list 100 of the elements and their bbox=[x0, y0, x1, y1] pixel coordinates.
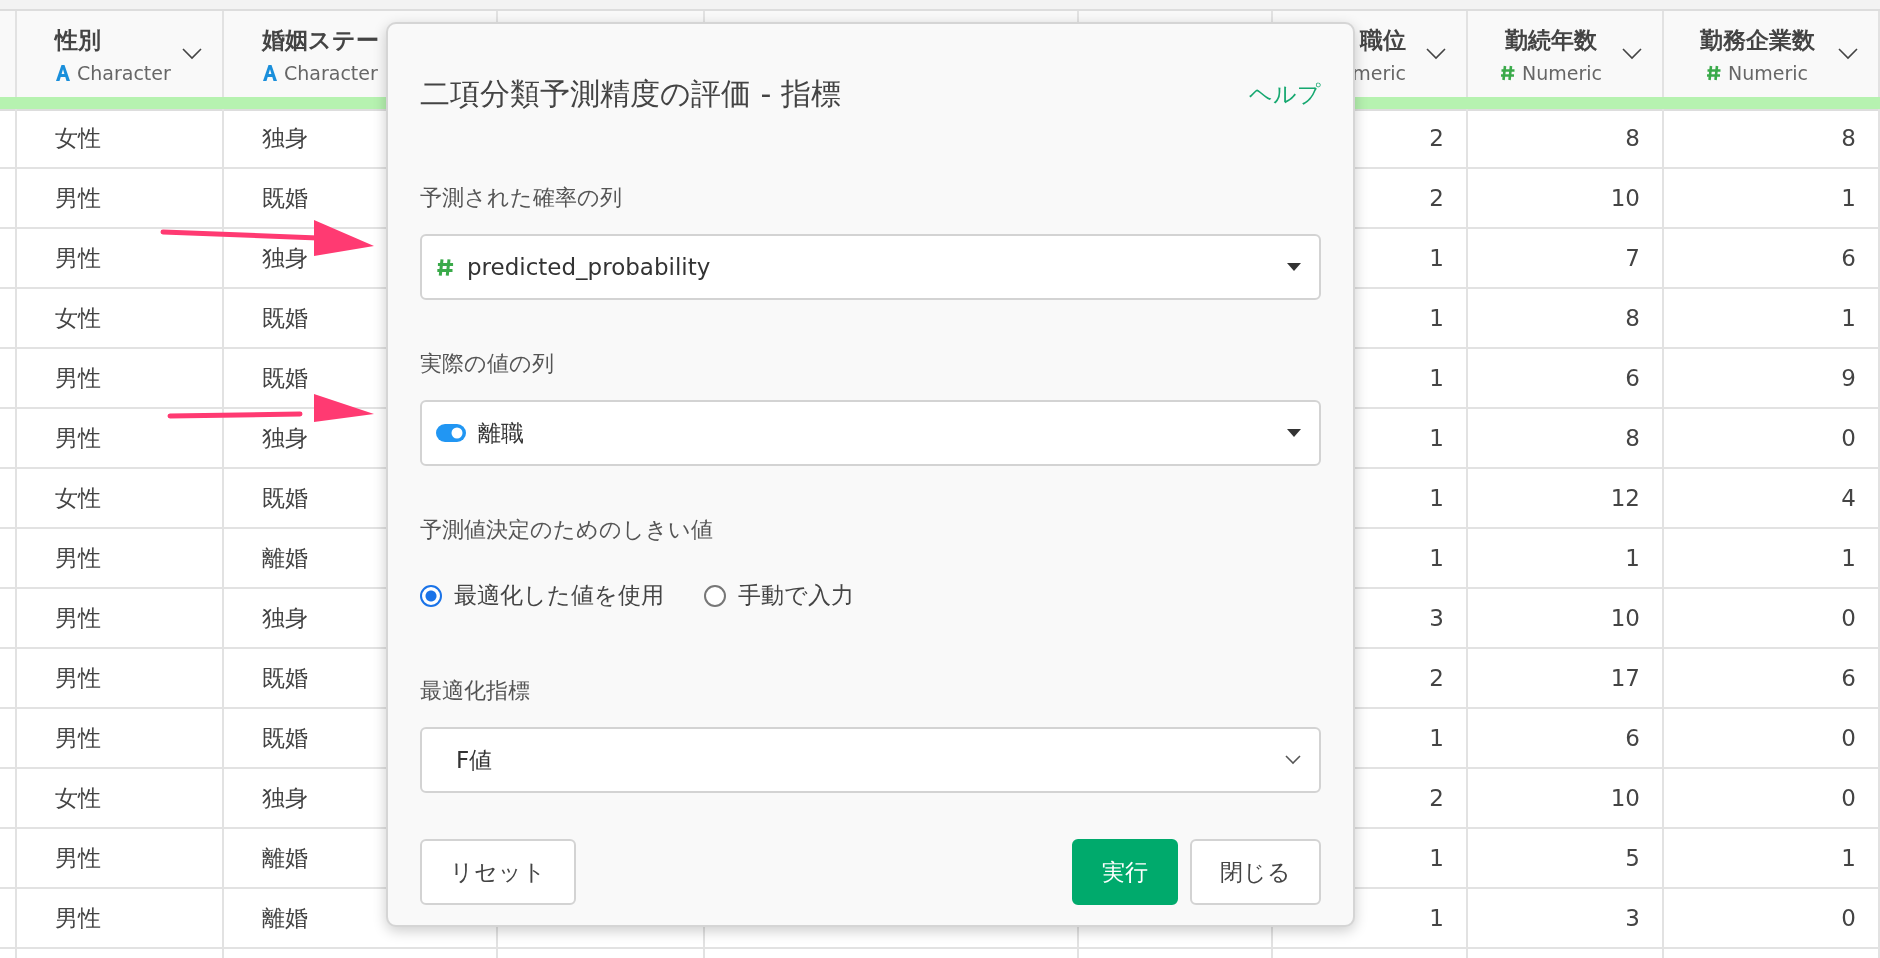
table-cell: 10 bbox=[1610, 185, 1640, 211]
column-type: Numeric bbox=[1522, 61, 1602, 84]
column-select[interactable]: predicted_probability bbox=[420, 234, 1321, 300]
table-cell-text: 離婚 bbox=[262, 903, 308, 933]
table-cell: 2 bbox=[1429, 185, 1444, 211]
table-cell: 10 bbox=[1610, 785, 1640, 811]
table-cell: 0 bbox=[1841, 425, 1856, 451]
table-cell-text: 既婚 bbox=[262, 183, 308, 213]
table-cell: 3 bbox=[1625, 905, 1640, 931]
table-cell-text: 男性 bbox=[55, 603, 101, 633]
table-cell: 4 bbox=[1841, 485, 1856, 511]
table-cell-text: 男性 bbox=[55, 543, 101, 573]
table-cell: 1 bbox=[1841, 545, 1856, 571]
table-cell: 2 bbox=[1429, 785, 1444, 811]
chevron-down-icon[interactable] bbox=[1622, 48, 1642, 60]
field-label: 最適化指標 bbox=[420, 677, 530, 705]
table-cell-text: 女性 bbox=[55, 123, 101, 153]
field-label: 予測された確率の列 bbox=[420, 184, 622, 212]
table-cell-text: 既婚 bbox=[262, 303, 308, 333]
table-cell-text: 独身 bbox=[262, 783, 308, 813]
table-cell: 2 bbox=[1429, 125, 1444, 151]
numeric-type-icon bbox=[1706, 63, 1722, 82]
table-cell-text: 独身 bbox=[262, 603, 308, 633]
table-cell-text: 男性 bbox=[55, 663, 101, 693]
table-cell-text: 女性 bbox=[55, 303, 101, 333]
table-cell: 1 bbox=[1429, 305, 1444, 331]
dialog-button[interactable]: 閉じる bbox=[1190, 839, 1321, 905]
table-cell: 8 bbox=[1625, 305, 1640, 331]
chevron-down-icon bbox=[1285, 755, 1301, 765]
character-type-icon bbox=[262, 63, 278, 82]
table-cell: 1 bbox=[1429, 725, 1444, 751]
table-cell: 1 bbox=[1841, 845, 1856, 871]
table-cell-text: 離婚 bbox=[262, 543, 308, 573]
column-header: 婚姻ステー bbox=[262, 25, 379, 55]
table-cell-text: 男性 bbox=[55, 843, 101, 873]
table-cell: 0 bbox=[1841, 725, 1856, 751]
table-cell: 6 bbox=[1625, 725, 1640, 751]
table-cell-text: 男性 bbox=[55, 723, 101, 753]
table-cell-text: 独身 bbox=[262, 423, 308, 453]
table-cell: 17 bbox=[1610, 665, 1640, 691]
table-cell-text: 男性 bbox=[55, 903, 101, 933]
table-cell-text: 男性 bbox=[55, 423, 101, 453]
table-cell-text: 既婚 bbox=[262, 723, 308, 753]
column-select[interactable]: 離職 bbox=[420, 400, 1321, 466]
caret-down-icon bbox=[1287, 263, 1301, 271]
table-cell: 6 bbox=[1841, 665, 1856, 691]
column-type: Character bbox=[284, 61, 378, 84]
table-cell: 12 bbox=[1610, 485, 1640, 511]
table-cell: 8 bbox=[1625, 425, 1640, 451]
table-cell: 1 bbox=[1625, 545, 1640, 571]
column-header: 職位 bbox=[1360, 25, 1406, 55]
radio-option[interactable]: 最適化した値を使用 bbox=[420, 580, 664, 611]
caret-down-icon bbox=[1287, 429, 1301, 437]
table-cell: 8 bbox=[1841, 125, 1856, 151]
table-cell: 8 bbox=[1625, 125, 1640, 151]
table-cell-text: 独身 bbox=[262, 123, 308, 153]
field-label: 実際の値の列 bbox=[420, 350, 554, 378]
table-cell: 10 bbox=[1610, 605, 1640, 631]
table-cell: 0 bbox=[1841, 905, 1856, 931]
table-cell-text: 男性 bbox=[55, 363, 101, 393]
radio-option[interactable]: 手動で入力 bbox=[704, 580, 854, 611]
table-cell: 1 bbox=[1841, 305, 1856, 331]
dropdown-select[interactable]: F値 bbox=[420, 727, 1321, 793]
toggle-icon bbox=[436, 424, 466, 442]
dialog-title: 二項分類予測精度の評価 - 指標 bbox=[420, 74, 841, 113]
table-cell: 6 bbox=[1625, 365, 1640, 391]
table-cell: 1 bbox=[1429, 365, 1444, 391]
chevron-down-icon[interactable] bbox=[182, 48, 202, 60]
table-cell: 1 bbox=[1429, 545, 1444, 571]
table-cell-text: 既婚 bbox=[262, 363, 308, 393]
table-cell: 7 bbox=[1625, 245, 1640, 271]
chevron-down-icon[interactable] bbox=[1838, 48, 1858, 60]
table-cell-text: 女性 bbox=[55, 783, 101, 813]
character-type-icon bbox=[55, 63, 71, 82]
table-cell: 5 bbox=[1625, 845, 1640, 871]
table-cell: 3 bbox=[1429, 605, 1444, 631]
numeric-type-icon bbox=[436, 256, 455, 278]
table-cell: 1 bbox=[1429, 485, 1444, 511]
table-cell: 1 bbox=[1429, 905, 1444, 931]
table-cell-text: 離婚 bbox=[262, 843, 308, 873]
column-header: 性別 bbox=[55, 25, 101, 55]
dialog-button[interactable]: リセット bbox=[420, 839, 576, 905]
chevron-down-icon[interactable] bbox=[1426, 48, 1446, 60]
column-header: 勤務企業数 bbox=[1699, 25, 1815, 55]
table-cell-text: 女性 bbox=[55, 483, 101, 513]
table-cell: 1 bbox=[1429, 845, 1444, 871]
table-cell: 9 bbox=[1841, 365, 1856, 391]
table-cell-text: 独身 bbox=[262, 243, 308, 273]
column-type: Character bbox=[77, 61, 171, 84]
table-cell: 1 bbox=[1841, 185, 1856, 211]
table-cell-text: 既婚 bbox=[262, 663, 308, 693]
column-type: Numeric bbox=[1728, 61, 1808, 84]
table-cell: 2 bbox=[1429, 665, 1444, 691]
table-cell: 0 bbox=[1841, 605, 1856, 631]
table-cell: 1 bbox=[1429, 425, 1444, 451]
table-cell: 0 bbox=[1841, 785, 1856, 811]
table-cell: 6 bbox=[1841, 245, 1856, 271]
numeric-type-icon bbox=[1500, 63, 1516, 82]
table-cell-text: 男性 bbox=[55, 183, 101, 213]
column-header: 勤続年数 bbox=[1505, 25, 1597, 55]
